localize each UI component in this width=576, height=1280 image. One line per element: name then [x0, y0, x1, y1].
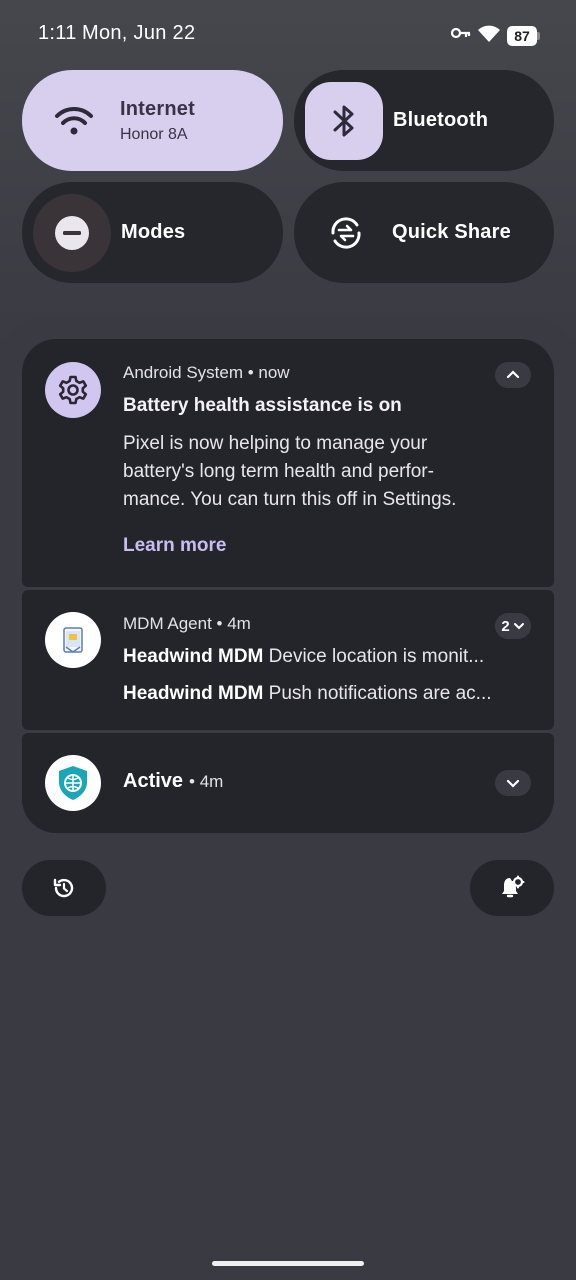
- battery-tip: [537, 31, 540, 40]
- notification-body-line: mance. You can turn this off in Settings…: [123, 489, 457, 510]
- internet-label: Internet: [120, 97, 195, 120]
- notification-active[interactable]: Active • 4m: [22, 733, 554, 833]
- status-date: Mon, Jun 22: [82, 22, 196, 44]
- history-icon: [53, 878, 74, 898]
- status-bar: 1:11 Mon, Jun 22 87: [0, 0, 576, 70]
- home-indicator[interactable]: [212, 1261, 364, 1266]
- do-not-disturb-icon: [33, 193, 111, 272]
- notification-header: Android System • now: [123, 363, 290, 382]
- status-icons: 87: [450, 23, 540, 48]
- gear-icon: [45, 362, 101, 418]
- notification-history-button[interactable]: [22, 860, 106, 916]
- notification-android-system[interactable]: Android System • now Battery health assi…: [22, 339, 554, 587]
- notification-header: MDM Agent • 4m: [123, 614, 251, 633]
- notification-line: Headwind MDM Push notifications are ac..…: [123, 683, 533, 705]
- battery-level: 87: [507, 25, 537, 46]
- shield-globe-icon: [45, 755, 101, 811]
- notification-line-text: Device location is monit...: [268, 646, 485, 667]
- expand-button[interactable]: [495, 770, 531, 796]
- collapse-button[interactable]: [495, 362, 531, 388]
- vpn-key-icon: [450, 26, 471, 45]
- notification-settings-icon: [502, 875, 525, 898]
- quick-share-tile[interactable]: Quick Share: [294, 182, 554, 283]
- internet-network: Honor 8A: [120, 125, 188, 143]
- expand-button[interactable]: 2: [495, 613, 531, 639]
- modes-label: Modes: [121, 221, 186, 243]
- chevron-down-icon: [513, 623, 524, 630]
- notification-mdm-agent[interactable]: MDM Agent • 4m 2 Headwind MDM Device loc…: [22, 590, 554, 730]
- chevron-down-icon: [506, 779, 520, 788]
- notification-title: Battery health assistance is on: [123, 395, 402, 416]
- notification-body: Pixel is now helping to manage your batt…: [123, 430, 523, 514]
- status-time: 1:11: [38, 22, 77, 44]
- notification-active-header: Active • 4m: [123, 770, 223, 793]
- notification-time: • 4m: [189, 772, 224, 791]
- battery-icon: 87: [507, 25, 540, 46]
- notification-line-text: Push notifications are ac...: [268, 683, 492, 704]
- bluetooth-tile[interactable]: Bluetooth: [294, 70, 554, 171]
- notification-count: 2: [501, 617, 510, 635]
- notification-line-title: Headwind MDM: [123, 646, 264, 667]
- learn-more-link[interactable]: Learn more: [123, 535, 226, 557]
- notification-line-title: Headwind MDM: [123, 683, 264, 704]
- notification-line: Headwind MDM Device location is monit...: [123, 646, 533, 668]
- notification-body-line: Pixel is now helping to manage your: [123, 433, 428, 454]
- bluetooth-icon: [305, 81, 383, 160]
- modes-tile[interactable]: Modes: [22, 182, 283, 283]
- wifi-icon: [46, 82, 102, 160]
- notification-body-line: battery's long term health and perfor-: [123, 461, 434, 482]
- bluetooth-label: Bluetooth: [393, 109, 489, 131]
- notification-settings-button[interactable]: [470, 860, 554, 916]
- mdm-agent-icon: [45, 612, 101, 668]
- wifi-icon: [477, 23, 501, 48]
- internet-tile[interactable]: Internet Honor 8A: [22, 70, 283, 171]
- chevron-up-icon: [506, 370, 520, 379]
- quick-share-label: Quick Share: [392, 221, 511, 243]
- quick-share-icon: [318, 194, 374, 272]
- notification-app-name: Active: [123, 770, 184, 792]
- notification-list: Android System • now Battery health assi…: [22, 339, 554, 836]
